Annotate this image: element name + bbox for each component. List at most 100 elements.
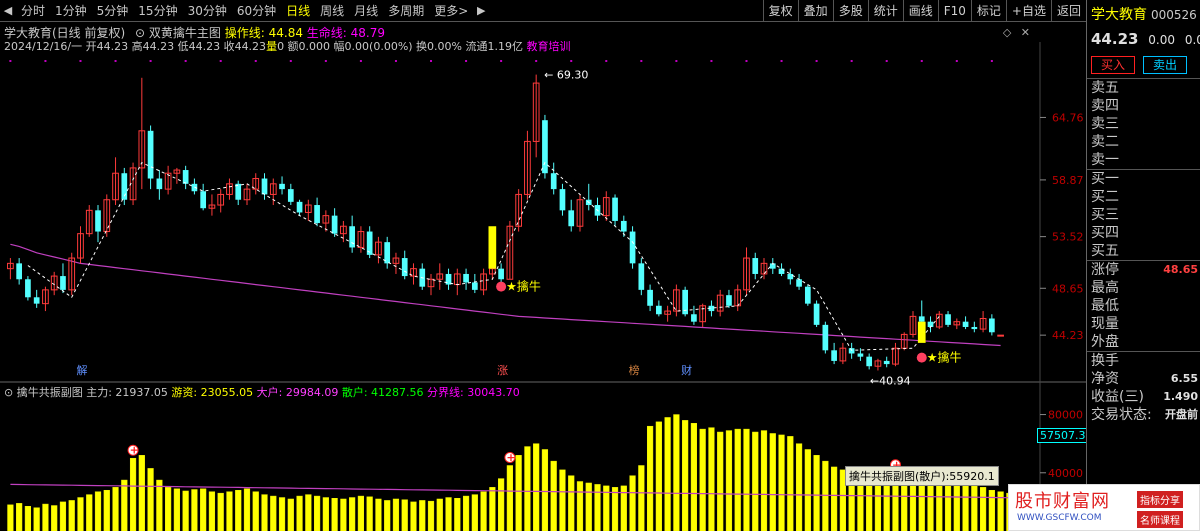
right-arrow-icon[interactable]: ▶ (473, 4, 489, 17)
candle-body (804, 286, 811, 304)
candle-body (989, 318, 995, 333)
sub-bar (366, 496, 373, 531)
sub-bar (103, 489, 110, 531)
sub-bar (524, 446, 531, 531)
stats2-value: 开盘前 (1165, 408, 1198, 421)
tab-3[interactable]: 15分钟 (133, 0, 182, 22)
sub-bar (760, 430, 768, 531)
tab-8[interactable]: 月线 (349, 0, 383, 22)
chart-area[interactable]: 64.76 58.87 53.52 48.65 44.23 ← 69.30 ←40.94 ★擒… (0, 22, 1086, 531)
candle-body (822, 324, 829, 351)
toolbar-button-3[interactable]: 统计 (867, 0, 903, 22)
tab-1[interactable]: 1分钟 (50, 0, 92, 22)
tab-10[interactable]: 更多> (429, 0, 473, 22)
high-label: ← 69.30 (544, 69, 588, 82)
toolbar-button-0[interactable]: 复权 (762, 0, 798, 22)
sector-tag[interactable]: 教育培训 (527, 40, 571, 53)
sub-bar (313, 495, 321, 531)
sub-bar (173, 488, 180, 531)
tab-7[interactable]: 周线 (315, 0, 349, 22)
sub-bar (857, 478, 864, 531)
retail-value: 散户: 41287.56 (341, 386, 424, 399)
candle-body (471, 282, 478, 290)
sub-bar (349, 497, 356, 531)
stock-code: 000526 (1151, 8, 1197, 22)
tab-6[interactable]: 日线 (281, 0, 315, 22)
op-line (27, 161, 940, 351)
toolbar-button-1[interactable]: 叠加 (797, 0, 833, 22)
sub-bar (585, 482, 592, 531)
stats1-row: 现量 (1087, 315, 1200, 333)
hover-tooltip: 擒牛共振副图(散户):55920.1 (845, 466, 999, 486)
watermark-title: 股市财富网 (1015, 491, 1110, 512)
sub-bar (944, 478, 952, 531)
close-icon[interactable]: ✕ (1021, 26, 1030, 39)
diamond-icon[interactable]: ◇ (1003, 26, 1011, 39)
candle-body (796, 279, 802, 287)
sub-bar (182, 490, 189, 531)
bids-row: 买四 (1087, 224, 1200, 242)
toolbar-button-2[interactable]: 多股 (832, 0, 868, 22)
sub-bar (787, 436, 794, 531)
toolbar-button-7[interactable]: +自选 (1005, 0, 1051, 22)
sub-bar (804, 449, 811, 531)
sub-bar (979, 487, 987, 531)
tab-5[interactable]: 60分钟 (232, 0, 281, 22)
tab-9[interactable]: 多周期 (383, 0, 429, 22)
stats1-label: 外盘 (1091, 334, 1119, 350)
candle-body (314, 205, 320, 224)
candle-body (971, 326, 978, 330)
asks-row: 卖二 (1087, 133, 1200, 151)
price-change-pct: 0.00% (1184, 33, 1200, 47)
bids-label: 买五 (1091, 243, 1119, 259)
candle-body (33, 297, 40, 304)
stats2-row: 净资 6.55 (1087, 370, 1200, 388)
toolbar-button-8[interactable]: 返回 (1050, 0, 1086, 22)
sub-bar (454, 498, 461, 531)
dot-marker (605, 60, 608, 62)
candle-body (647, 289, 653, 306)
price-tick-label: 53.52 (1052, 231, 1084, 244)
sub-bar (287, 498, 294, 531)
sub-bar (988, 489, 995, 531)
gear-icon[interactable]: ⊙ (4, 386, 13, 399)
tab-2[interactable]: 5分钟 (92, 0, 134, 22)
sub-title[interactable]: 擒牛共振副图 (17, 386, 83, 399)
dot-marker (324, 60, 327, 62)
bids-label: 买一 (1091, 171, 1119, 187)
sub-bar (94, 491, 102, 531)
sub-bar (357, 495, 365, 531)
tab-0[interactable]: 分时 (16, 0, 50, 22)
price-change: 0.00 (1148, 33, 1175, 47)
tab-4[interactable]: 30分钟 (183, 0, 232, 22)
stats1-row: 外盘 (1087, 333, 1200, 351)
bull-icon (916, 352, 927, 363)
sub-bar (462, 495, 470, 531)
sub-bar (831, 466, 838, 531)
kline-chart[interactable]: 64.76 58.87 53.52 48.65 44.23 ← 69.30 ←40.94 ★擒… (0, 22, 1086, 531)
event-marker: 涨 (497, 364, 508, 377)
vol-text: 0 额0.000 幅0.00(0.00%) 换0.00% 流通1.19亿 (277, 40, 523, 53)
left-arrow-icon[interactable]: ◀ (0, 4, 16, 17)
sub-bar (778, 434, 785, 531)
stats2-row: 交易状态: 开盘前 (1087, 406, 1200, 424)
buy-button[interactable]: 买入 (1091, 56, 1135, 74)
toolbar-button-4[interactable]: 画线 (902, 0, 938, 22)
sub-bar (690, 423, 698, 531)
sub-bar (646, 425, 654, 531)
candle-body (945, 314, 951, 325)
sub-bar (200, 488, 207, 531)
sub-bar (252, 491, 259, 531)
dot-marker (149, 60, 152, 62)
toolbar-button-5[interactable]: F10 (937, 0, 971, 22)
toolbar-button-6[interactable]: 标记 (970, 0, 1006, 22)
sub-bar (121, 479, 128, 531)
boundary-value: 分界线: 30043.70 (427, 386, 520, 399)
candle-body (463, 273, 469, 283)
sub-bar (471, 494, 478, 531)
dot-marker (114, 60, 117, 62)
sell-button[interactable]: 卖出 (1143, 56, 1187, 74)
candle-body (147, 130, 154, 179)
sub-bar (33, 507, 40, 531)
candle-body (287, 189, 294, 202)
